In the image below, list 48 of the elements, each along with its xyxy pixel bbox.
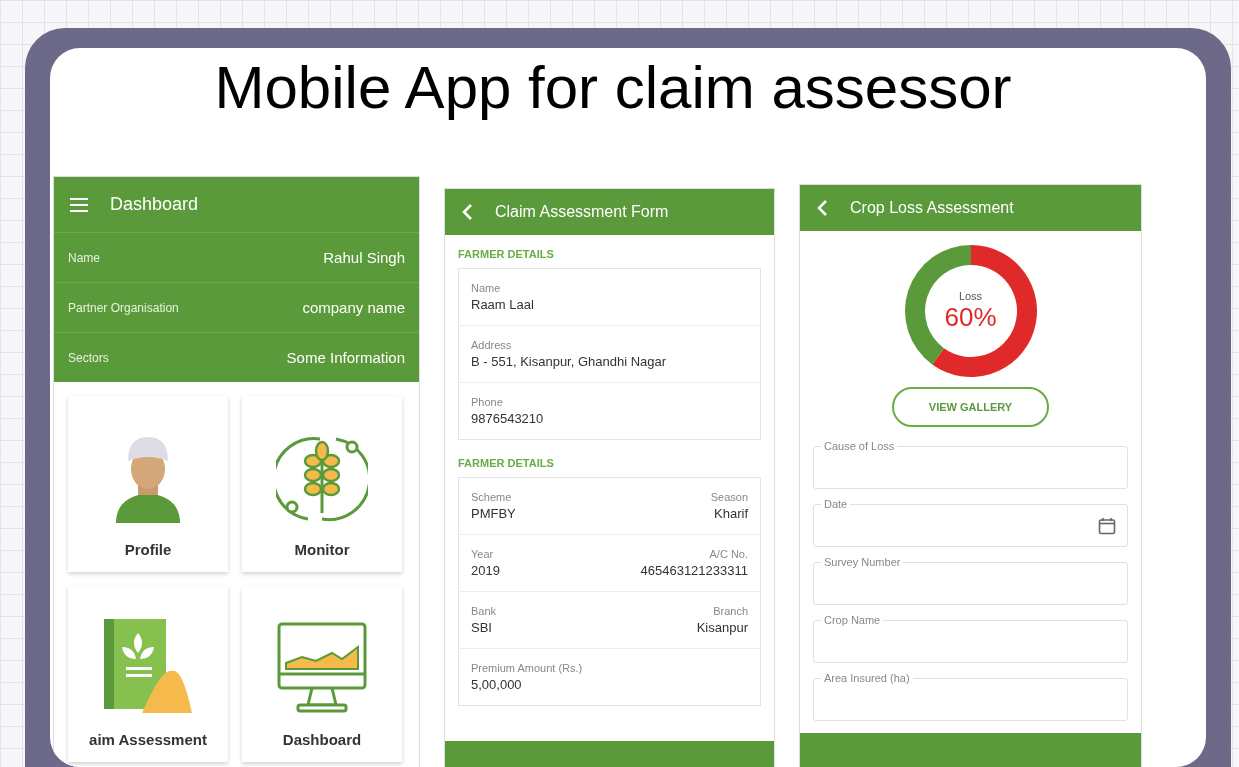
info-value: Rahul Singh — [323, 249, 405, 266]
field-label: Branch — [713, 605, 748, 617]
field-label: A/C No. — [709, 548, 748, 560]
loss-label: Loss — [958, 289, 983, 302]
screen-title: Crop Loss Assessment — [850, 199, 1014, 217]
screen-title: Dashboard — [110, 194, 199, 215]
menu-icon[interactable] — [70, 197, 88, 212]
menu-tile[interactable]: Dashboard — [242, 586, 402, 762]
field-value: Kharif — [714, 506, 748, 521]
field-label: Season — [710, 491, 748, 503]
menu-tile[interactable]: aim Assessment — [68, 586, 228, 762]
input-field[interactable]: Survey Number — [813, 555, 1128, 605]
field-value: B - 551, Kisanpur, Ghandhi Nagar — [471, 354, 667, 369]
field-label: Bank — [471, 605, 497, 617]
info-label: Sectors — [68, 350, 109, 365]
field-label: Scheme — [471, 491, 512, 503]
input-field[interactable]: Crop Name — [813, 613, 1128, 663]
input-field[interactable]: Cause of Loss — [813, 439, 1128, 489]
section-title: FARMER DETAILS — [458, 457, 555, 469]
field-label: Address — [471, 339, 512, 351]
field-label: Premium Amount (Rs.) — [471, 662, 583, 674]
info-value: Some Information — [286, 349, 405, 366]
field-label: Name — [471, 282, 501, 294]
field-value: Kisanpur — [696, 620, 748, 635]
info-label: Partner Organisation — [68, 300, 179, 315]
field-value: SBI — [471, 620, 492, 635]
slide-title: Mobile App for claim assessor — [213, 53, 1013, 123]
loss-value: 60% — [944, 301, 997, 333]
back-icon[interactable] — [816, 199, 828, 217]
field-label: Phone — [471, 396, 503, 408]
menu-tile[interactable]: Monitor — [242, 396, 402, 572]
view-gallery-button[interactable]: VIEW GALLERY — [892, 387, 1049, 427]
calendar-icon[interactable] — [1098, 517, 1116, 535]
section-title: FARMER DETAILS — [458, 248, 555, 260]
field-value: 5,00,000 — [471, 677, 522, 692]
screen-title: Claim Assessment Form — [495, 203, 669, 221]
back-icon[interactable] — [461, 203, 473, 221]
input-field[interactable]: Area Insured (ha) — [813, 671, 1128, 721]
field-label: Year — [471, 548, 494, 560]
info-value: company name — [302, 299, 405, 316]
field-value: 465463121233311 — [640, 563, 748, 578]
input-field[interactable]: Date — [813, 497, 1128, 547]
info-label: Name — [68, 250, 100, 265]
field-value: PMFBY — [471, 506, 516, 521]
menu-tile[interactable]: Profile — [68, 396, 228, 572]
field-value: 9876543210 — [471, 411, 544, 426]
field-value: Raam Laal — [471, 297, 534, 312]
field-value: 2019 — [471, 563, 500, 578]
